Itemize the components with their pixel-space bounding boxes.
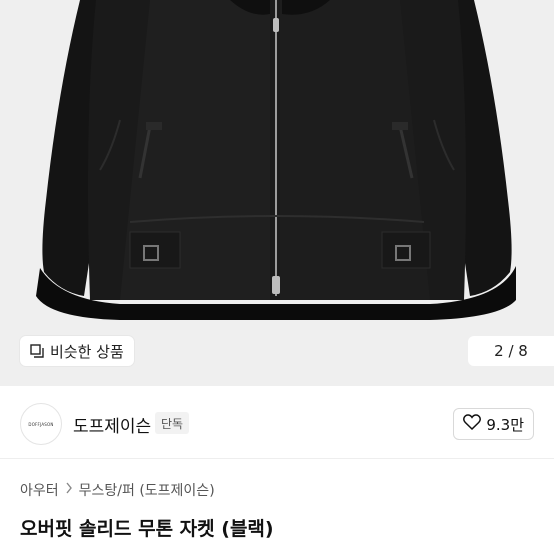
brand-row: DOFFJASON 도프제이슨 단독 9.3만 <box>0 386 554 459</box>
like-count: 9.3만 <box>486 415 524 434</box>
breadcrumb: 아우터 무스탕/퍼 (도프제이슨) <box>20 480 215 500</box>
breadcrumb-item-outer[interactable]: 아우터 <box>20 480 59 500</box>
similar-products-label: 비슷한 상품 <box>50 342 124 361</box>
product-image-area[interactable]: 비슷한 상품 2 / 8 <box>0 0 554 386</box>
similar-products-icon <box>30 344 44 358</box>
brand-name[interactable]: 도프제이슨 <box>73 412 151 437</box>
exclusive-badge: 단독 <box>155 412 190 434</box>
image-pager: 2 / 8 <box>468 336 554 366</box>
product-title: 오버핏 솔리드 무톤 자켓 (블랙) <box>20 518 274 540</box>
chevron-right-icon <box>65 482 73 498</box>
brand-logo-text: DOFFJASON <box>28 421 54 427</box>
product-image <box>36 0 516 320</box>
similar-products-button[interactable]: 비슷한 상품 <box>20 336 134 366</box>
like-button[interactable]: 9.3만 <box>453 408 534 440</box>
heart-icon <box>463 414 482 434</box>
brand-logo[interactable]: DOFFJASON <box>20 403 62 445</box>
breadcrumb-item-category[interactable]: 무스탕/퍼 (도프제이슨) <box>79 480 215 500</box>
